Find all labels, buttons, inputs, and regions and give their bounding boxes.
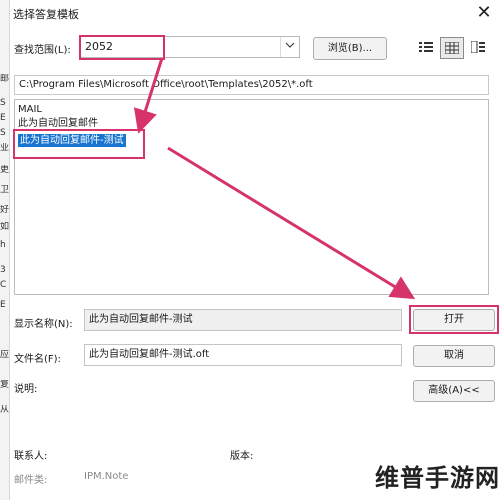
side-fragment: 卫 xyxy=(0,185,9,195)
close-icon[interactable]: ✕ xyxy=(466,0,502,26)
side-fragment: 复 xyxy=(0,380,9,390)
advanced-button[interactable]: 高级(A)<< xyxy=(413,380,495,402)
display-name-field: 此为自动回复邮件-测试 xyxy=(84,309,402,331)
description-label: 说明: xyxy=(14,384,38,395)
highlight-box-selected-file xyxy=(13,129,145,159)
details-view-icon[interactable] xyxy=(440,37,464,59)
look-in-label: 查找范围(L): xyxy=(14,45,71,56)
file-name-field[interactable]: 此为自动回复邮件-测试.oft xyxy=(84,344,402,366)
side-fragment: C xyxy=(0,280,7,290)
version-label: 版本: xyxy=(230,451,254,462)
side-fragment: 好 xyxy=(0,205,9,215)
side-fragment: 业 xyxy=(0,143,9,153)
path-display: C:\Program Files\Microsoft Office\root\T… xyxy=(14,75,489,95)
dialog-title: 选择答复模板 xyxy=(13,8,79,21)
side-fragment: E xyxy=(0,113,6,123)
watermark-logo: 维普手游网 xyxy=(375,464,500,492)
side-fragment: 更 xyxy=(0,165,9,175)
browse-button[interactable]: 浏览(B)... xyxy=(313,37,387,60)
display-name-label: 显示名称(N): xyxy=(14,319,73,330)
side-fragment: 邮 xyxy=(0,74,9,84)
list-view-icon[interactable] xyxy=(414,37,438,59)
message-class-value: IPM.Note xyxy=(84,471,129,482)
side-fragment: 3 xyxy=(0,265,6,275)
chevron-down-icon[interactable] xyxy=(280,37,299,57)
cancel-button[interactable]: 取消 xyxy=(413,345,495,367)
file-name-label: 文件名(F): xyxy=(14,354,61,365)
side-fragment: 应 xyxy=(0,350,9,360)
side-fragment: E xyxy=(0,300,6,310)
message-class-label: 邮件类: xyxy=(14,475,48,486)
side-fragment: S xyxy=(0,98,6,108)
side-fragment: 如 xyxy=(0,222,9,232)
contact-label: 联系人: xyxy=(14,451,48,462)
properties-view-icon[interactable] xyxy=(466,37,490,59)
highlight-box-open-button xyxy=(409,305,499,334)
side-fragment: S xyxy=(0,128,6,138)
highlight-box-look-in xyxy=(79,35,165,60)
side-fragment: 从 xyxy=(0,405,9,415)
list-item[interactable]: MAIL xyxy=(18,103,42,116)
side-fragment: h xyxy=(0,240,6,250)
background-window-strip: 邮 S E S 业 更 卫 好 如 h 3 C E 应 复 从 xyxy=(0,0,10,500)
